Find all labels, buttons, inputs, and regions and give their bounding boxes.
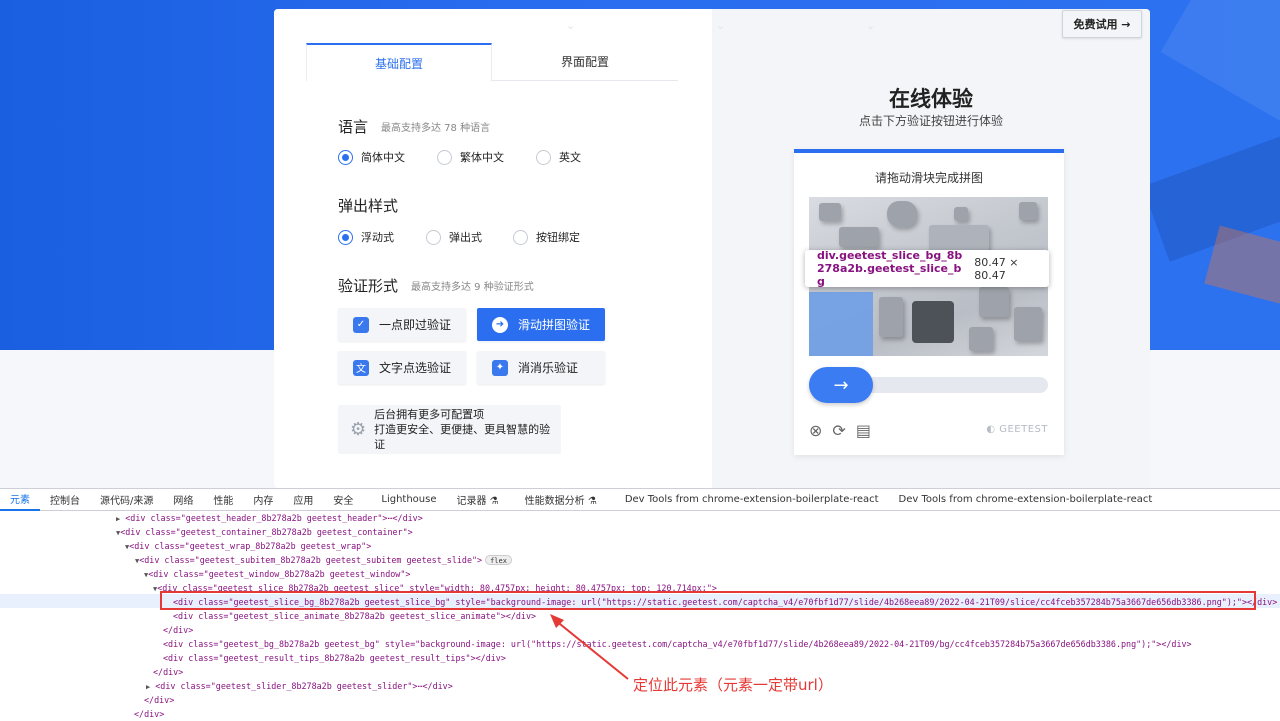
tooltip-class-name: div.geetest_slice_bg_8b278a2b.geetest_sl… xyxy=(817,249,963,288)
tooltip-size: 80.47 × 80.47 xyxy=(974,255,1019,282)
screenshot-root: 基础配置 界面配置 语言 最高支持多达 78 种语言 简体中文 繁体中文 英文 … xyxy=(0,0,1280,721)
annotation-note: 定位此元素（元素一定带url） xyxy=(633,676,833,694)
element-inspect-tooltip: div.geetest_slice_bg_8b278a2b.geetest_sl… xyxy=(805,249,1049,288)
annotation-arrow xyxy=(550,614,629,680)
annotation-arrow-line xyxy=(554,619,629,680)
